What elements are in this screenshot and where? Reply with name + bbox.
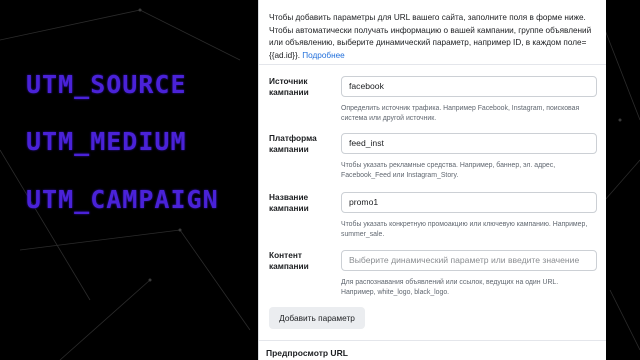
name-help: Чтобы указать конкретную промоакцию или … xyxy=(341,221,588,238)
utm-source-label: UTM_SOURCE xyxy=(26,70,187,99)
medium-label: Платформа кампании xyxy=(269,133,317,154)
content-label: Контент кампании xyxy=(269,250,309,271)
campaign-source-input[interactable]: facebook xyxy=(341,76,597,97)
campaign-medium-input[interactable]: feed_inst xyxy=(341,133,597,154)
medium-help: Чтобы указать рекламные средства. Наприм… xyxy=(341,162,556,179)
content-help: Для распознавания объявлений или ссылок,… xyxy=(341,279,559,296)
add-parameter-button[interactable]: Добавить параметр xyxy=(269,307,365,329)
intro-text: Чтобы добавить параметры для URL вашего … xyxy=(269,12,601,62)
learn-more-link[interactable]: Подробнее xyxy=(302,51,344,60)
divider xyxy=(259,64,606,65)
url-parameters-panel: Чтобы добавить параметры для URL вашего … xyxy=(258,0,606,360)
source-help: Определить источник трафика. Например Fa… xyxy=(341,105,580,122)
divider xyxy=(259,340,606,341)
name-label: Название кампании xyxy=(269,192,309,213)
utm-medium-label: UTM_MEDIUM xyxy=(26,127,187,156)
url-preview-heading: Предпросмотр URL xyxy=(266,348,348,358)
utm-campaign-label: UTM_CAMPAIGN xyxy=(26,185,219,214)
campaign-name-input[interactable]: promo1 xyxy=(341,192,597,213)
campaign-content-input[interactable]: Выберите динамический параметр или введи… xyxy=(341,250,597,271)
source-label: Источник кампании xyxy=(269,76,309,97)
